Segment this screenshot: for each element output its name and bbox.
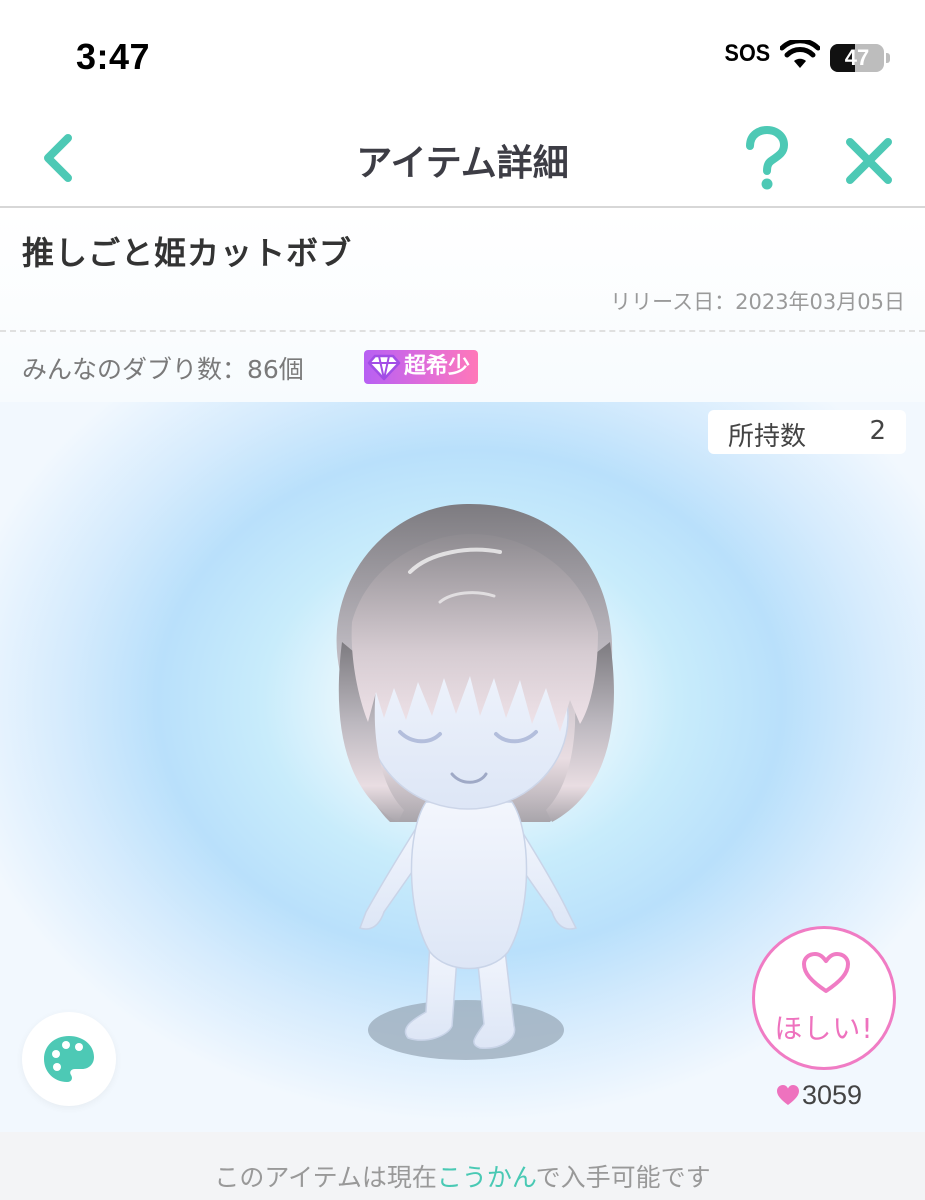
note-suffix: で入手可能です [535, 1163, 711, 1192]
avatar-body [410, 801, 528, 970]
item-info: 推しごと姫カットボブ リリース日：2023年03月05日 みんなのダブり数：86… [0, 210, 925, 402]
rarity-badge: 超希少 [364, 350, 479, 384]
divider [0, 330, 925, 332]
nav-header: アイテム詳細 [0, 110, 925, 208]
battery-icon: 47 [830, 44, 884, 72]
owned-count-box: 所持数 2 [708, 410, 906, 454]
palette-icon [44, 1036, 94, 1082]
heart-outline-icon [802, 952, 850, 993]
wifi-icon [780, 40, 820, 68]
diamond-icon [367, 354, 401, 381]
avatar-preview [336, 503, 614, 1060]
close-icon[interactable] [842, 134, 896, 188]
item-preview: 所持数 2 ほしい! 3059 [0, 402, 925, 1132]
want-label: ほしい! [774, 1012, 874, 1045]
avatar-shadow [368, 1000, 564, 1060]
owned-label: 所持数 [728, 422, 807, 452]
want-count-value: 3059 [802, 1080, 863, 1110]
availability-note: このアイテムは現在こうかんで入手可能です [0, 1132, 925, 1200]
want-count: 3059 [776, 1080, 862, 1111]
palette-button[interactable] [22, 1012, 116, 1106]
clock: 3:47 [76, 36, 151, 77]
exchange-link[interactable]: こうかん [437, 1163, 536, 1192]
item-name: 推しごと姫カットボブ [22, 234, 353, 272]
duplicate-count: みんなのダブり数：86個 [22, 355, 304, 384]
status-bar: 3:47 SOS 47 [0, 0, 925, 110]
battery-level: 47 [844, 45, 870, 70]
battery-nub [886, 53, 890, 63]
sos-indicator: SOS [724, 40, 771, 67]
question-icon[interactable] [738, 126, 794, 192]
owned-value: 2 [869, 416, 886, 446]
release-date: リリース日：2023年03月05日 [610, 290, 905, 314]
rarity-label: 超希少 [404, 354, 471, 379]
want-button[interactable]: ほしい! [752, 926, 896, 1070]
note-prefix: このアイテムは現在 [214, 1163, 437, 1192]
heart-icon [777, 1085, 799, 1105]
